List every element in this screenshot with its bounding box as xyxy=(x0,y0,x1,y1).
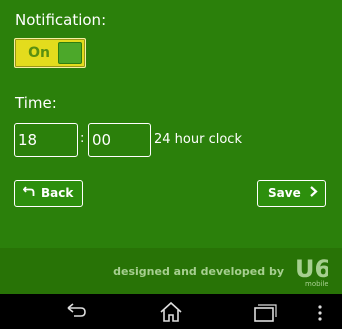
back-button[interactable]: Back xyxy=(14,180,83,207)
u6-logo: U6 mobile xyxy=(295,255,328,288)
save-button[interactable]: Save xyxy=(257,180,326,207)
chevron-right-icon xyxy=(309,181,323,206)
save-button-label: Save xyxy=(268,186,301,200)
back-button-label: Back xyxy=(41,186,74,200)
nav-home-icon[interactable] xyxy=(158,301,184,323)
toggle-knob[interactable] xyxy=(58,42,82,64)
hour-input[interactable]: 18 xyxy=(14,123,78,157)
nav-recent-apps-icon[interactable] xyxy=(252,301,278,323)
nav-overflow-menu-icon[interactable] xyxy=(317,301,323,323)
notification-label: Notification: xyxy=(15,11,107,29)
notification-toggle[interactable]: On xyxy=(14,38,86,68)
time-separator: : xyxy=(80,131,85,146)
svg-text:mobile: mobile xyxy=(305,280,328,288)
svg-text:U6: U6 xyxy=(295,255,328,283)
nav-back-icon[interactable] xyxy=(64,301,90,323)
return-arrow-icon xyxy=(22,181,37,206)
clock-format-note: 24 hour clock xyxy=(154,132,242,147)
minute-input[interactable]: 00 xyxy=(88,123,151,157)
time-label: Time: xyxy=(15,94,57,112)
footer-credit: designed and developed by xyxy=(113,265,284,278)
toggle-state-label: On xyxy=(28,45,50,61)
